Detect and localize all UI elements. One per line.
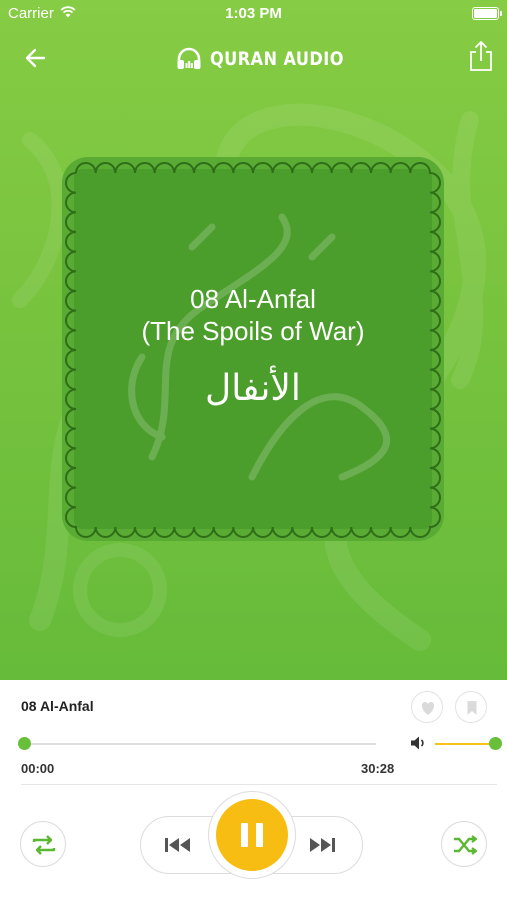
seek-handle[interactable] bbox=[18, 737, 31, 750]
headphones-icon bbox=[177, 47, 201, 69]
repeat-icon bbox=[32, 835, 56, 855]
app-brand: QURAN AUDIO bbox=[176, 44, 367, 74]
shuffle-icon bbox=[454, 835, 478, 855]
battery-icon bbox=[472, 7, 502, 20]
volume-handle[interactable] bbox=[489, 737, 502, 750]
arrow-left-icon bbox=[25, 48, 46, 68]
back-button[interactable] bbox=[22, 44, 52, 72]
previous-track-button[interactable] bbox=[162, 833, 194, 857]
artwork-title: 08 Al-Anfal bbox=[190, 284, 316, 314]
bookmark-icon bbox=[467, 701, 477, 715]
status-bar: Carrier 1:03 PM bbox=[0, 0, 507, 28]
favorite-button[interactable] bbox=[411, 691, 443, 723]
heart-icon bbox=[421, 702, 435, 715]
artwork-arabic-name: الأنفال bbox=[205, 368, 301, 409]
bookmark-button[interactable] bbox=[455, 691, 487, 723]
next-track-button[interactable] bbox=[306, 833, 338, 857]
share-icon bbox=[470, 41, 492, 71]
status-time: 1:03 PM bbox=[225, 5, 282, 22]
artwork-text: 08 Al-Anfal (The Spoils of War) الأنفال bbox=[62, 157, 444, 541]
divider bbox=[21, 784, 497, 785]
now-playing-artwork-area: Carrier 1:03 PM QURAN AUDIO 08 Al-Anfal … bbox=[0, 0, 507, 680]
pause-icon bbox=[241, 823, 263, 847]
elapsed-time: 00:00 bbox=[21, 761, 55, 776]
skip-previous-icon bbox=[165, 838, 190, 852]
app-title: QURAN AUDIO bbox=[210, 48, 344, 70]
repeat-button[interactable] bbox=[20, 821, 66, 867]
shuffle-button[interactable] bbox=[441, 821, 487, 867]
skip-next-icon bbox=[310, 838, 335, 852]
seek-bar[interactable] bbox=[24, 743, 376, 745]
share-button[interactable] bbox=[467, 40, 495, 72]
track-title: 08 Al-Anfal bbox=[21, 698, 94, 714]
pause-button[interactable] bbox=[216, 799, 288, 871]
player-panel: 08 Al-Anfal 00:00 30:28 bbox=[0, 680, 507, 900]
artwork-subtitle: (The Spoils of War) bbox=[141, 316, 365, 346]
total-time: 30:28 bbox=[361, 761, 395, 776]
volume-slider[interactable] bbox=[435, 743, 495, 745]
speaker-icon bbox=[411, 736, 424, 750]
